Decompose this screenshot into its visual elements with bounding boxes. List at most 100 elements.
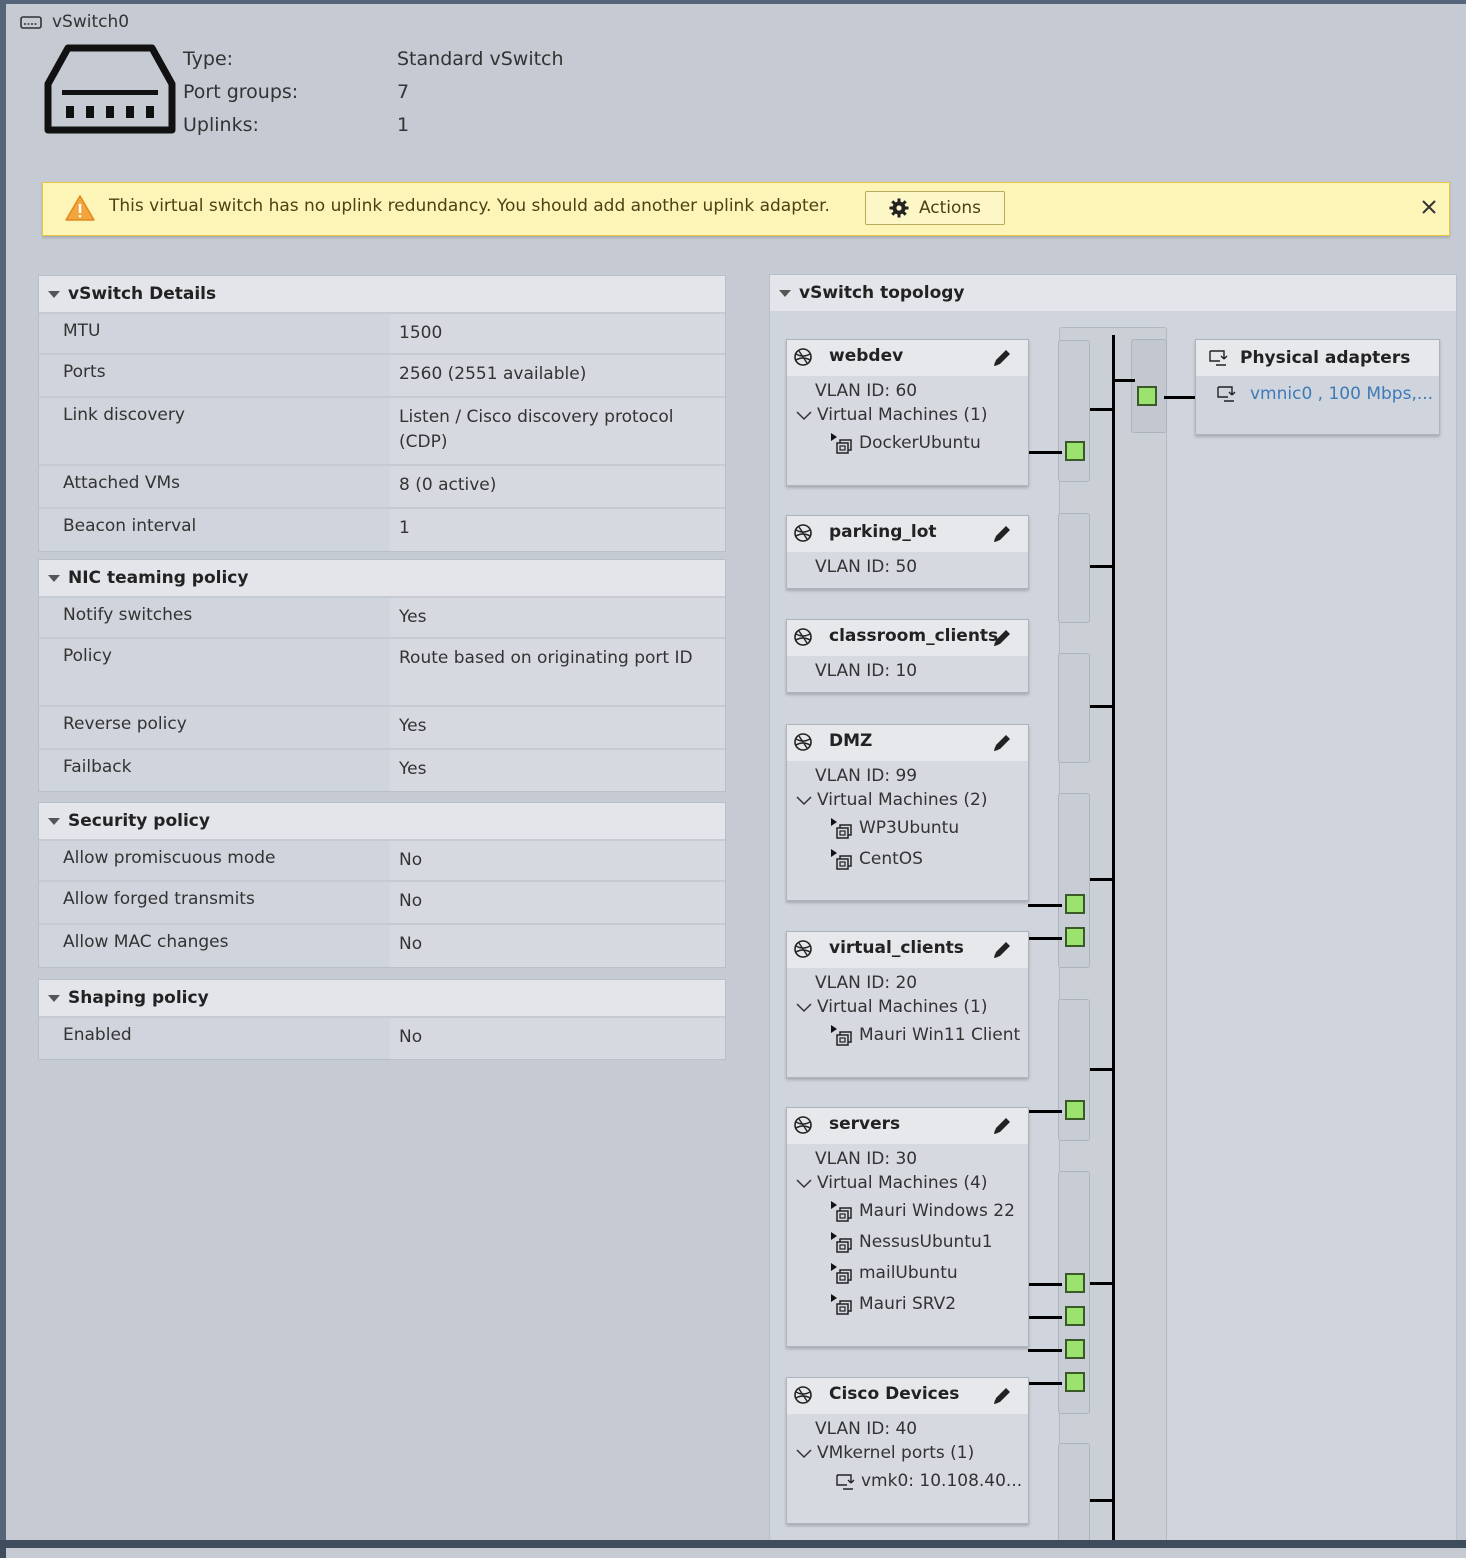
vm-item[interactable]: Mauri Win11 Client <box>787 1020 1028 1051</box>
vm-port-icon[interactable] <box>1065 1273 1085 1293</box>
security-policy-header[interactable]: Security policy <box>39 803 725 839</box>
portgroup-icon <box>794 524 812 542</box>
edit-pencil-icon[interactable] <box>991 1385 1013 1407</box>
vswitch-topology-header[interactable]: vSwitch topology <box>770 275 1456 311</box>
nic-row-notify-switches: Notify switches Yes <box>39 596 725 637</box>
row-value: Route based on originating port ID <box>390 639 725 705</box>
row-key: Policy <box>39 639 390 705</box>
nic-teaming-header[interactable]: NIC teaming policy <box>39 560 725 596</box>
vm-item[interactable]: Mauri Windows 22 <box>787 1196 1028 1227</box>
nic-row-policy: Policy Route based on originating port ID <box>39 637 725 705</box>
row-value: 8 (0 active) <box>390 466 725 507</box>
vm-item[interactable]: NessusUbuntu1 <box>787 1227 1028 1258</box>
edit-pencil-icon[interactable] <box>991 939 1013 961</box>
port-column-parking-lot <box>1058 513 1090 623</box>
portgroup-section-label: Virtual Machines (2) <box>817 790 988 810</box>
portgroup-name: webdev <box>829 346 904 366</box>
vm-name: NessusUbuntu1 <box>859 1232 993 1252</box>
vswitch-details-header[interactable]: vSwitch Details <box>39 276 725 312</box>
vm-icon <box>831 432 852 454</box>
spine-link <box>1090 705 1114 708</box>
portgroup-servers[interactable]: servers VLAN ID: 30 Virtual Machines (4)… <box>786 1107 1029 1347</box>
portgroup-vm-list-toggle[interactable]: Virtual Machines (2) <box>787 787 1028 813</box>
summary-value: Standard vSwitch <box>397 48 564 70</box>
spine-link <box>1090 408 1114 411</box>
spine-to-uplink-link <box>1113 379 1135 382</box>
topology-title: vSwitch topology <box>799 283 965 303</box>
portgroup-vm-list-toggle[interactable]: Virtual Machines (1) <box>787 402 1028 428</box>
portgroup-webdev[interactable]: webdev VLAN ID: 60 Virtual Machines (1) … <box>786 339 1029 486</box>
portgroup-icon <box>794 628 812 646</box>
portgroup-vm-list-toggle[interactable]: Virtual Machines (4) <box>787 1170 1028 1196</box>
vm-port-link <box>1028 1110 1062 1113</box>
collapse-caret-icon <box>48 817 60 825</box>
portgroup-name: classroom_clients <box>829 626 999 646</box>
vm-name: Mauri Windows 22 <box>859 1201 1015 1221</box>
uplink-warning-banner: This virtual switch has no uplink redund… <box>42 182 1450 236</box>
physical-nic-link[interactable]: vmnic0 , 100 Mbps,... <box>1250 384 1433 404</box>
portgroup-vlan: VLAN ID: 30 <box>815 1149 918 1169</box>
portgroup-header: webdev <box>787 340 1028 376</box>
edit-pencil-icon[interactable] <box>991 627 1013 649</box>
vm-port-icon[interactable] <box>1065 894 1085 914</box>
uplink-port-icon[interactable] <box>1137 386 1157 406</box>
row-value: Yes <box>390 598 725 637</box>
vm-port-icon[interactable] <box>1065 1306 1085 1326</box>
edit-pencil-icon[interactable] <box>991 347 1013 369</box>
close-icon[interactable] <box>1419 197 1439 217</box>
actions-label: Actions <box>918 198 982 218</box>
spine-link <box>1090 1068 1114 1071</box>
actions-button[interactable]: Actions <box>865 191 1005 225</box>
spine-link <box>1090 878 1114 881</box>
portgroup-virtual-clients[interactable]: virtual_clients VLAN ID: 20 Virtual Mach… <box>786 931 1029 1078</box>
summary-row-uplinks: Uplinks: 1 <box>183 114 564 147</box>
vm-port-link <box>1028 1316 1062 1319</box>
security-row-mac-changes: Allow MAC changes No <box>39 923 725 967</box>
portgroup-classroom-clients[interactable]: classroom_clients VLAN ID: 10 <box>786 619 1029 693</box>
vm-name: mailUbuntu <box>859 1263 958 1283</box>
portgroup-cisco-devices[interactable]: Cisco Devices VLAN ID: 40 VMkernel ports… <box>786 1377 1029 1524</box>
edit-pencil-icon[interactable] <box>991 1115 1013 1137</box>
vm-item[interactable]: WP3Ubuntu <box>787 813 1028 844</box>
row-value: 1500 <box>390 314 725 353</box>
chevron-down-icon <box>796 796 812 806</box>
vm-item[interactable]: DockerUbuntu <box>787 428 1028 459</box>
vm-port-icon[interactable] <box>1065 927 1085 947</box>
portgroup-vmk-list-toggle[interactable]: VMkernel ports (1) <box>787 1440 1028 1466</box>
portgroup-section-label: Virtual Machines (1) <box>817 997 988 1017</box>
edit-pencil-icon[interactable] <box>991 523 1013 545</box>
security-policy-panel: Security policy Allow promiscuous mode No… <box>38 802 726 968</box>
vm-port-icon[interactable] <box>1065 1339 1085 1359</box>
vswitch-small-icon <box>20 16 42 29</box>
section-title: NIC teaming policy <box>68 568 249 588</box>
vswitch-large-icon <box>44 44 176 134</box>
collapse-caret-icon <box>48 574 60 582</box>
warning-icon <box>65 195 95 221</box>
chevron-down-icon <box>796 1449 812 1459</box>
vmkernel-item[interactable]: vmk0: 10.108.40... <box>787 1466 1028 1497</box>
portgroup-parking-lot[interactable]: parking_lot VLAN ID: 50 <box>786 515 1029 589</box>
physical-nic-item[interactable]: vmnic0 , 100 Mbps,... <box>1196 376 1439 412</box>
vm-item[interactable]: Mauri SRV2 <box>787 1289 1028 1320</box>
vm-port-icon[interactable] <box>1065 1372 1085 1392</box>
vm-port-icon[interactable] <box>1065 1100 1085 1120</box>
vm-port-icon[interactable] <box>1065 441 1085 461</box>
vswitch-spine <box>1112 335 1115 1545</box>
edit-pencil-icon[interactable] <box>991 732 1013 754</box>
window-frame-top <box>0 0 1466 4</box>
vm-item[interactable]: mailUbuntu <box>787 1258 1028 1289</box>
vm-name: CentOS <box>859 849 923 869</box>
window-frame-left <box>0 0 6 1558</box>
vm-name: DockerUbuntu <box>859 433 981 453</box>
vm-item[interactable]: CentOS <box>787 844 1028 875</box>
portgroup-vm-list-toggle[interactable]: Virtual Machines (1) <box>787 994 1028 1020</box>
portgroup-dmz[interactable]: DMZ VLAN ID: 99 Virtual Machines (2) WP3… <box>786 724 1029 901</box>
shaping-policy-header[interactable]: Shaping policy <box>39 980 725 1016</box>
physical-nic-icon <box>1209 350 1228 366</box>
vm-port-link <box>1028 1382 1062 1385</box>
portgroup-icon <box>794 1116 812 1134</box>
row-key: Attached VMs <box>39 466 390 507</box>
nic-teaming-panel: NIC teaming policy Notify switches Yes Po… <box>38 559 726 792</box>
summary-row-type: Type: Standard vSwitch <box>183 48 564 81</box>
row-value: No <box>390 1018 725 1059</box>
